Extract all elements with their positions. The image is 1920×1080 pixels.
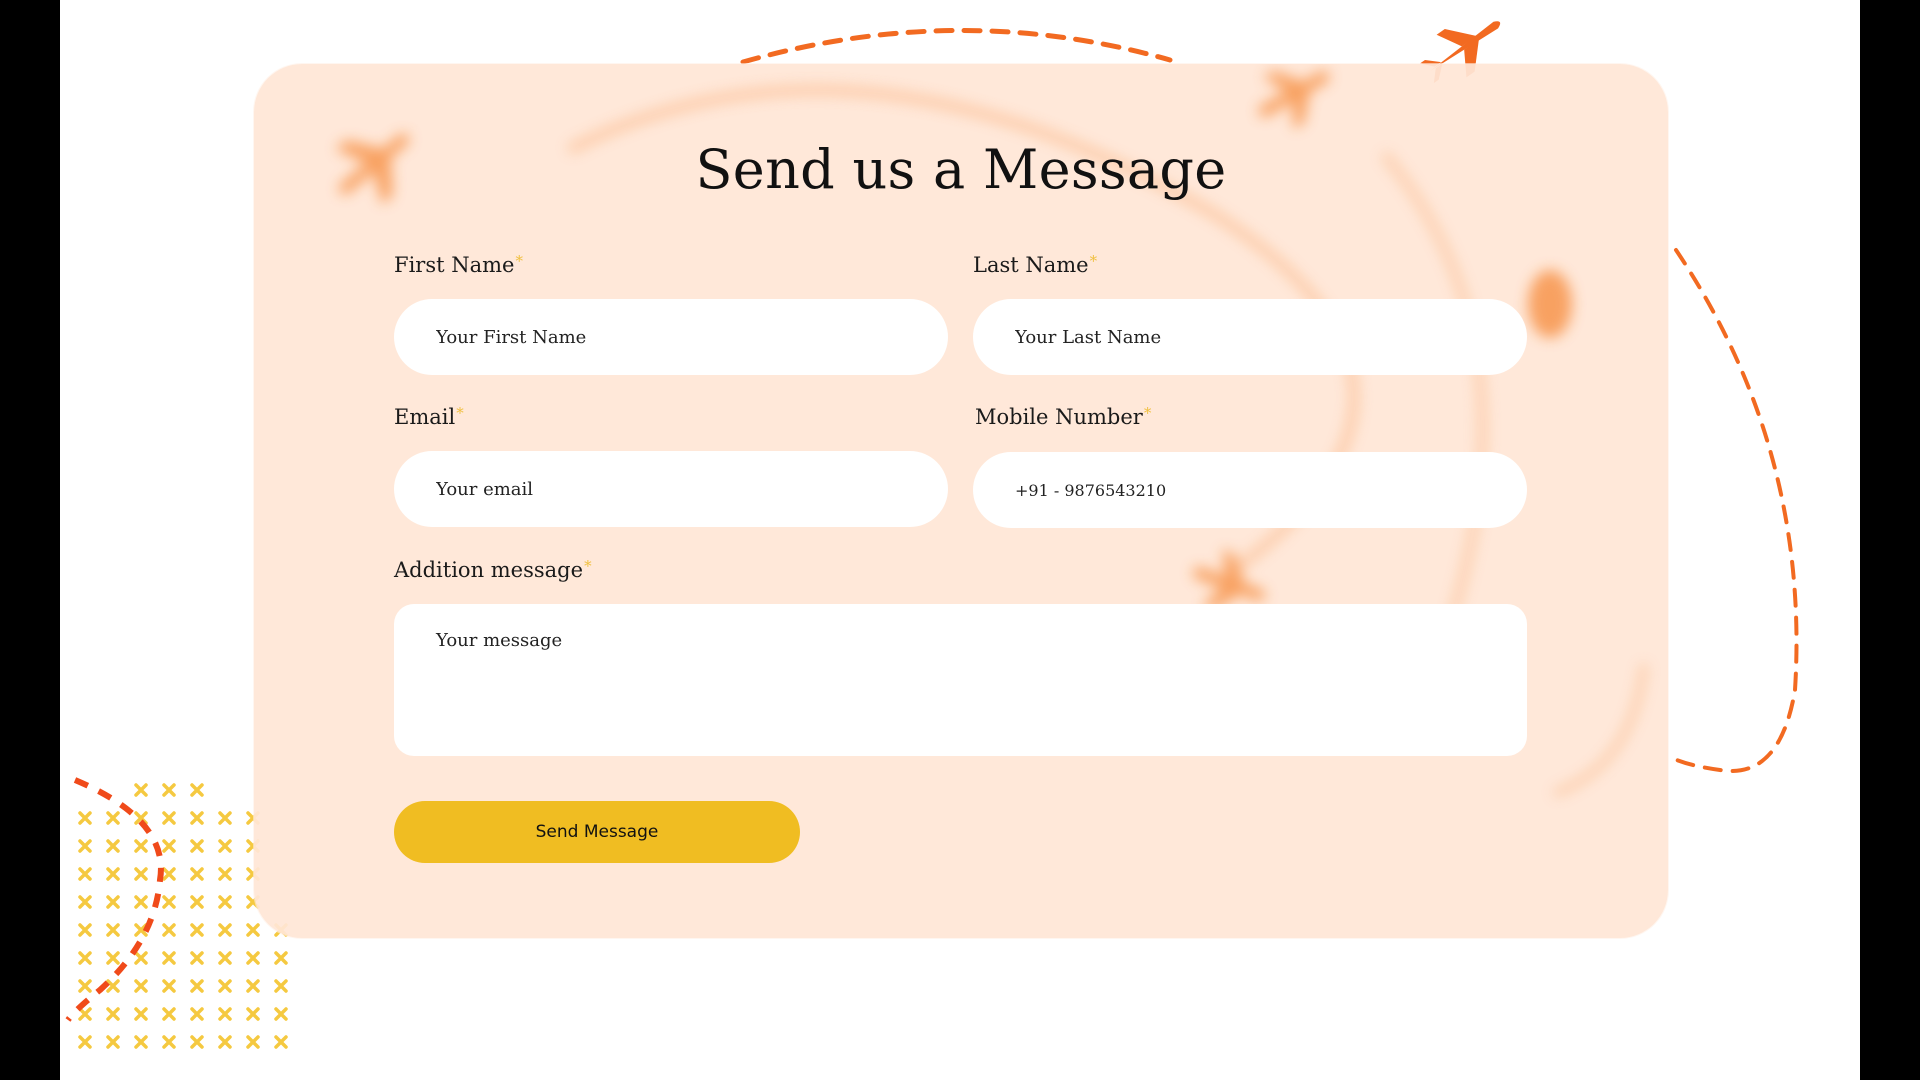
cross-mark: [218, 1035, 232, 1049]
cross-mark: [246, 1035, 260, 1049]
cross-mark: [162, 923, 176, 937]
required-mark: *: [1089, 252, 1098, 270]
email-input[interactable]: [394, 451, 948, 527]
cross-mark: [190, 811, 204, 825]
cross-mark: [106, 867, 120, 881]
cross-mark: [78, 811, 92, 825]
dashed-flight-path-right: [1670, 248, 1799, 773]
cross-mark: [190, 783, 204, 797]
cross-mark: [78, 895, 92, 909]
send-message-button[interactable]: Send Message: [394, 801, 800, 863]
cross-mark: [106, 923, 120, 937]
cross-mark: [218, 951, 232, 965]
cross-mark: [106, 895, 120, 909]
cross-mark: [218, 867, 232, 881]
email-label-text: Email: [394, 405, 456, 429]
cross-mark: [218, 979, 232, 993]
cross-mark: [134, 839, 148, 853]
cross-mark: [246, 1007, 260, 1021]
cross-mark: [78, 1035, 92, 1049]
cross-mark: [218, 839, 232, 853]
cross-mark: [134, 951, 148, 965]
cross-mark: [246, 951, 260, 965]
last-name-label-text: Last Name: [973, 253, 1089, 277]
cross-mark: [106, 1035, 120, 1049]
mobile-number-label-text: Mobile Number: [975, 405, 1143, 429]
cross-mark: [78, 979, 92, 993]
cross-mark: [78, 951, 92, 965]
cross-mark: [134, 783, 148, 797]
cross-mark: [134, 867, 148, 881]
cross-mark: [134, 1007, 148, 1021]
required-mark: *: [515, 252, 523, 270]
message-label-text: Addition message: [394, 558, 584, 582]
message-label: Addition message*: [394, 557, 592, 582]
cross-mark: [162, 867, 176, 881]
cross-mark: [190, 1035, 204, 1049]
form-title: Send us a Message: [695, 138, 1227, 201]
cross-mark: [106, 951, 120, 965]
last-name-label: Last Name*: [973, 252, 1097, 277]
cross-mark: [162, 895, 176, 909]
cross-mark: [274, 1035, 288, 1049]
cross-mark: [190, 867, 204, 881]
cross-mark: [162, 1007, 176, 1021]
cross-mark: [246, 979, 260, 993]
page-stage: Send us a Message First Name* Last Name*…: [60, 0, 1860, 1080]
cross-mark: [106, 979, 120, 993]
cross-mark: [162, 979, 176, 993]
cross-mark: [162, 783, 176, 797]
message-textarea[interactable]: [394, 604, 1527, 756]
required-mark: *: [1143, 404, 1152, 422]
cross-mark: [78, 923, 92, 937]
cross-mark: [106, 839, 120, 853]
cross-mark: [218, 811, 232, 825]
mobile-number-input[interactable]: [973, 452, 1527, 528]
mobile-number-label: Mobile Number*: [975, 404, 1151, 429]
cross-mark: [78, 867, 92, 881]
contact-form-card: Send us a Message First Name* Last Name*…: [254, 64, 1668, 938]
required-mark: *: [456, 404, 464, 422]
cross-mark: [134, 895, 148, 909]
cross-mark: [162, 1035, 176, 1049]
dashed-flight-path-top: [740, 28, 1173, 65]
cross-mark: [162, 951, 176, 965]
cross-mark: [106, 1007, 120, 1021]
cross-mark: [190, 1007, 204, 1021]
first-name-label: First Name*: [394, 252, 523, 277]
cross-mark: [190, 839, 204, 853]
email-label: Email*: [394, 404, 464, 429]
cross-mark: [190, 923, 204, 937]
required-mark: *: [584, 557, 592, 575]
cross-mark: [134, 1035, 148, 1049]
cross-mark: [190, 979, 204, 993]
first-name-label-text: First Name: [394, 253, 515, 277]
cross-mark: [190, 951, 204, 965]
cross-mark: [78, 1007, 92, 1021]
cross-mark: [162, 839, 176, 853]
cross-mark: [218, 1007, 232, 1021]
first-name-input[interactable]: [394, 299, 948, 375]
cross-mark: [106, 811, 120, 825]
last-name-input[interactable]: [973, 299, 1527, 375]
cross-mark: [274, 1007, 288, 1021]
cross-mark: [274, 951, 288, 965]
cross-mark: [134, 979, 148, 993]
cross-mark: [190, 895, 204, 909]
cross-mark: [78, 839, 92, 853]
cross-mark: [162, 811, 176, 825]
cross-mark: [274, 979, 288, 993]
cross-mark: [218, 895, 232, 909]
cross-mark: [218, 923, 232, 937]
